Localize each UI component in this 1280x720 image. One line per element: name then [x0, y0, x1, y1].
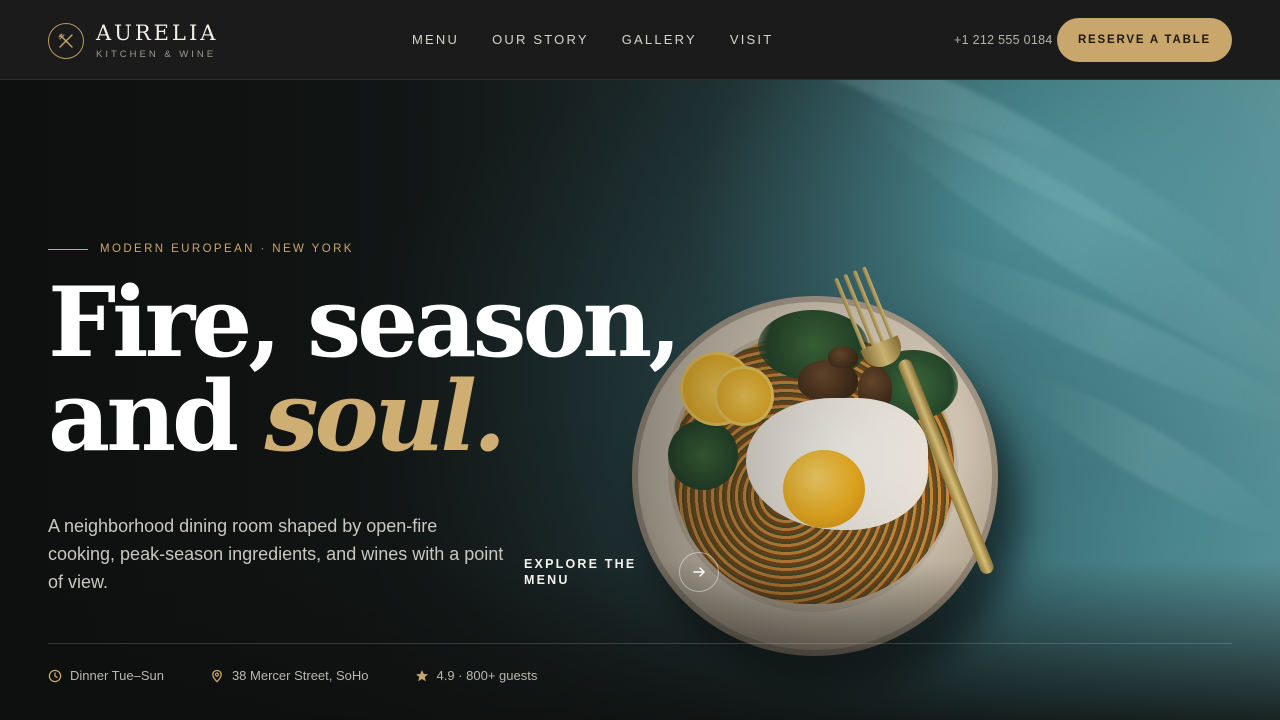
- site-header: AURELIA KITCHEN & WINE MENU OUR STORY GA…: [0, 0, 1280, 80]
- reserve-table-button[interactable]: RESERVE A TABLE: [1057, 18, 1232, 62]
- hero-divider: [48, 643, 1232, 644]
- address-info: 38 Mercer Street, SoHo: [210, 668, 369, 684]
- nav-item-menu[interactable]: MENU: [412, 32, 459, 48]
- clock-icon: [48, 669, 62, 683]
- address-text: 38 Mercer Street, SoHo: [231, 668, 369, 683]
- headline-line-2-accent: soul.: [264, 360, 507, 473]
- hero-headline: Fire, season, and soul.: [48, 275, 682, 465]
- headline-line-2-plain: and: [48, 360, 239, 473]
- crossed-utensils-icon: [48, 23, 84, 59]
- info-strip: Dinner Tue–Sun 38 Mercer Street, SoHo 4.…: [48, 668, 583, 684]
- nav-item-visit[interactable]: VISIT: [730, 32, 774, 48]
- eyebrow-rule: [48, 248, 88, 250]
- hero-description: A neighborhood dining room shaped by ope…: [48, 516, 504, 592]
- rating-text: 4.9 · 800+ guests: [436, 668, 538, 683]
- main-nav: MENU OUR STORY GALLERY VISIT: [412, 32, 806, 48]
- hours-text: Dinner Tue–Sun: [70, 668, 164, 683]
- brand-logo[interactable]: AURELIA KITCHEN & WINE: [48, 22, 218, 60]
- hero-eyebrow: MODERN EUROPEAN · NEW YORK: [48, 242, 354, 256]
- hours-info: Dinner Tue–Sun: [48, 668, 164, 684]
- nav-item-our-story[interactable]: OUR STORY: [492, 32, 589, 48]
- phone-link[interactable]: +1 212 555 0184: [954, 32, 1053, 48]
- brand-tagline: KITCHEN & WINE: [96, 49, 217, 60]
- arrow-right-icon: [679, 552, 719, 592]
- eyebrow-text: MODERN EUROPEAN · NEW YORK: [100, 243, 354, 255]
- map-pin-icon: [212, 669, 222, 683]
- nav-item-gallery[interactable]: GALLERY: [622, 32, 697, 48]
- brand-name: AURELIA: [96, 21, 219, 45]
- rating-info: 4.9 · 800+ guests: [415, 668, 538, 684]
- star-icon: [415, 670, 428, 682]
- explore-menu-link[interactable]: EXPLORE THE MENU: [524, 552, 719, 592]
- explore-menu-label: EXPLORE THE MENU: [524, 557, 637, 587]
